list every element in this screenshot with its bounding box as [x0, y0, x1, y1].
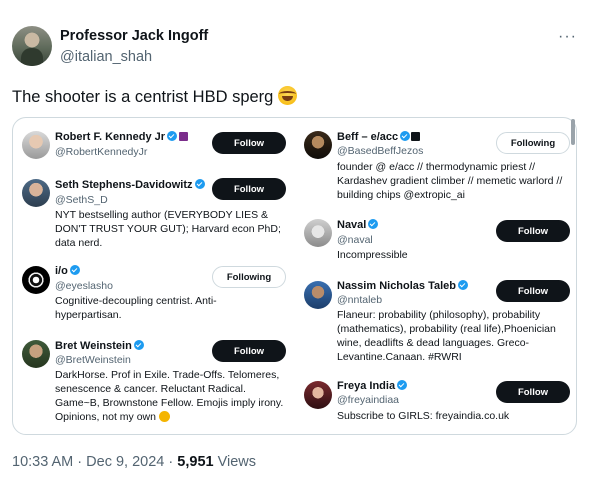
- card-handle[interactable]: @SethS_D: [55, 194, 108, 206]
- bio-line: Levantine.Canaan. #RWRI: [337, 351, 462, 363]
- flag-icon: [179, 132, 189, 141]
- card-name-text: Naval: [337, 219, 367, 231]
- avatar[interactable]: [304, 281, 332, 309]
- card-bio: Cognitive-decoupling centrist. Anti- hyp…: [55, 294, 217, 322]
- more-options-icon[interactable]: ···: [558, 28, 577, 46]
- card-handle[interactable]: @RobertKennedyJr: [55, 146, 147, 158]
- card-name[interactable]: Beff – e/acc: [337, 131, 421, 143]
- card-name[interactable]: Seth Stephens-Davidowitz: [55, 179, 205, 191]
- card-name-text: Robert F. Kennedy Jr: [55, 131, 166, 143]
- tweet-text: The shooter is a centrist HBD sperg: [12, 86, 297, 107]
- follow-button[interactable]: Follow: [212, 178, 286, 200]
- verified-badge-icon: [458, 280, 469, 290]
- verified-badge-icon: [368, 219, 379, 229]
- tweet-meta: 10:33 AM · Dec 9, 2024 · 5,951 Views: [12, 454, 256, 470]
- card-bio: founder @ e/acc // thermodynamic priest …: [337, 160, 562, 202]
- verified-badge-icon: [167, 131, 178, 141]
- card-bio: Subscribe to GIRLS: freyaindia.co.uk: [337, 409, 509, 423]
- card-name-text: Seth Stephens-Davidowitz: [55, 179, 193, 191]
- tweet-time[interactable]: 10:33 AM: [12, 454, 73, 470]
- card-bio: DarkHorse. Prof in Exile. Trade-Offs. Te…: [55, 368, 283, 424]
- card-bio: Incompressible: [337, 248, 408, 262]
- tweet-date[interactable]: Dec 9, 2024: [86, 454, 164, 470]
- tweet: Professor Jack Ingoff @italian_shah ··· …: [0, 0, 590, 483]
- meta-separator: ·: [168, 454, 174, 470]
- card-handle[interactable]: @BasedBeffJezos: [337, 145, 423, 157]
- follow-button[interactable]: Follow: [496, 381, 570, 403]
- card-name[interactable]: i/o: [55, 265, 80, 277]
- follow-button[interactable]: Follow: [212, 132, 286, 154]
- card-handle[interactable]: @nntaleb: [337, 294, 382, 306]
- card-name-text: Beff – e/acc: [337, 131, 399, 143]
- avatar[interactable]: [22, 340, 50, 368]
- card-name-text: Nassim Nicholas Taleb: [337, 280, 457, 292]
- follow-button[interactable]: Follow: [496, 220, 570, 242]
- card-handle[interactable]: @eyeslasho: [55, 280, 113, 292]
- card-name[interactable]: Freya India: [337, 380, 408, 392]
- card-handle[interactable]: @BretWeinstein: [55, 354, 131, 366]
- verified-badge-icon: [400, 131, 411, 141]
- bio-line: (mathematics), probability (real life),P…: [337, 323, 556, 335]
- views-label: Views: [217, 454, 257, 470]
- bio-line: data nerd.: [55, 237, 103, 249]
- bio-line: Game~B, Brownstone Fellow. Emojis imply …: [55, 397, 284, 409]
- bio-line: Flaneur: probability (philosophy), proba…: [337, 309, 541, 321]
- tweet-text-content: The shooter is a centrist HBD sperg: [12, 88, 274, 106]
- avatar[interactable]: [22, 266, 50, 294]
- verified-badge-icon: [194, 179, 205, 189]
- bio-line: Cognitive-decoupling centrist. Anti-: [55, 295, 217, 307]
- avatar[interactable]: [22, 179, 50, 207]
- avatar[interactable]: [304, 131, 332, 159]
- joy-emoji-icon: [277, 86, 297, 105]
- follow-button[interactable]: Follow: [496, 280, 570, 302]
- verified-badge-icon: [397, 380, 408, 390]
- verified-badge-icon: [69, 265, 80, 275]
- card-bio: Flaneur: probability (philosophy), proba…: [337, 308, 556, 364]
- bio-line: Opinions, not my own: [55, 410, 283, 424]
- bio-line: wine, deadlifts & dead languages. Greco-: [337, 337, 530, 349]
- card-name[interactable]: Bret Weinstein: [55, 340, 144, 352]
- card-name[interactable]: Nassim Nicholas Taleb: [337, 280, 469, 292]
- card-name-text: Freya India: [337, 380, 396, 392]
- author-avatar[interactable]: [12, 26, 52, 66]
- bio-line: NYT bestselling author (EVERYBODY LIES &: [55, 209, 269, 221]
- card-handle[interactable]: @freyaindiaa: [337, 394, 399, 406]
- embed-scrollbar: [571, 119, 575, 145]
- bio-line: Incompressible: [337, 249, 408, 261]
- bio-line: Subscribe to GIRLS: freyaindia.co.uk: [337, 410, 510, 422]
- card-name[interactable]: Robert F. Kennedy Jr: [55, 131, 189, 143]
- avatar[interactable]: [304, 381, 332, 409]
- author-handle[interactable]: @italian_shah: [60, 49, 152, 65]
- card-handle[interactable]: @naval: [337, 234, 373, 246]
- bio-line: Kardashev gradient climber // memetic wa…: [337, 175, 563, 187]
- bio-line: hyperpartisan.: [55, 309, 122, 321]
- thinking-emoji-icon: [158, 411, 170, 422]
- following-button[interactable]: Following: [212, 266, 286, 288]
- flag-icon: [411, 132, 421, 141]
- bio-line: DarkHorse. Prof in Exile. Trade-Offs. Te…: [55, 369, 280, 381]
- bio-line: founder @ e/acc // thermodynamic priest …: [337, 161, 535, 173]
- meta-separator: ·: [77, 454, 83, 470]
- author-name[interactable]: Professor Jack Ingoff: [60, 28, 208, 44]
- bio-line: building chips @extropic_ai: [337, 189, 465, 201]
- bio-line-text: Opinions, not my own: [55, 411, 156, 423]
- bio-line: senescence & cancer. Reluctant Radical.: [55, 383, 246, 395]
- bio-line: DON'T TRUST YOUR GUT); Harvard econ PhD;: [55, 223, 281, 235]
- card-name-text: Bret Weinstein: [55, 340, 132, 352]
- avatar[interactable]: [22, 131, 50, 159]
- card-name-text: i/o: [55, 265, 68, 277]
- following-button[interactable]: Following: [496, 132, 570, 154]
- avatar[interactable]: [304, 219, 332, 247]
- card-name[interactable]: Naval: [337, 219, 379, 231]
- views-count[interactable]: 5,951: [177, 454, 213, 470]
- verified-badge-icon: [133, 340, 144, 350]
- follow-button[interactable]: Follow: [212, 340, 286, 362]
- card-bio: NYT bestselling author (EVERYBODY LIES &…: [55, 208, 281, 250]
